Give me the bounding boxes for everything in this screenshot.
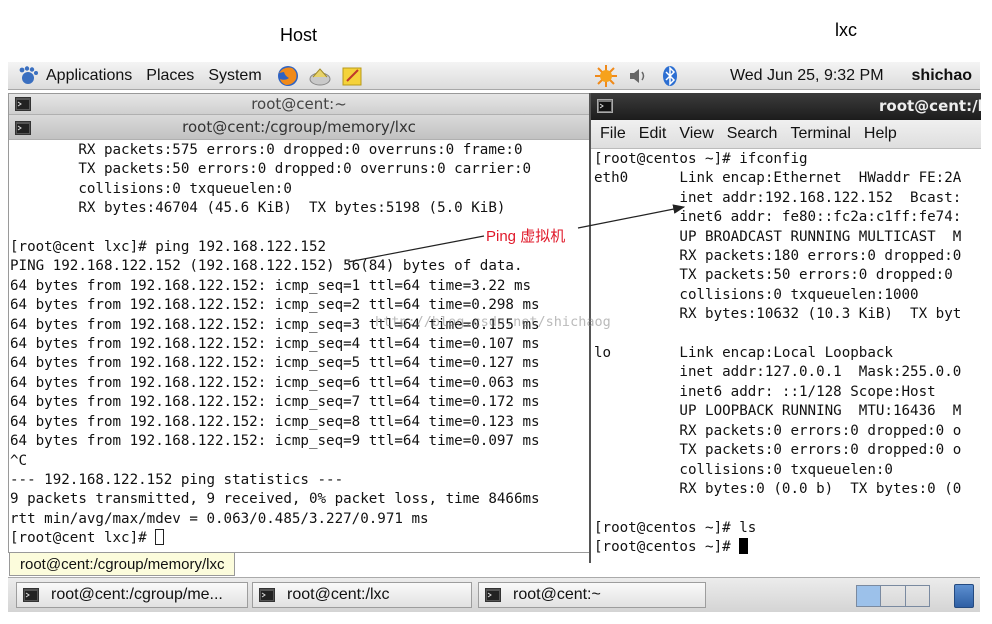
- terminal-line: inet addr:127.0.0.1 Mask:255.0.0: [594, 364, 962, 381]
- menu-system[interactable]: System: [208, 67, 261, 85]
- terminal-icon: [15, 97, 31, 111]
- menu-help[interactable]: Help: [864, 125, 897, 143]
- bottom-taskbar: root@cent:/cgroup/me... root@cent:/lxc r…: [8, 577, 980, 612]
- terminal-line: collisions:0 txqueuelen:0: [10, 180, 292, 197]
- caption-host: Host: [280, 25, 318, 45]
- terminal-line: PING 192.168.122.152 (192.168.122.152) 5…: [10, 258, 523, 275]
- terminal-line: inet6 addr: ::1/128 Scope:Host: [594, 383, 936, 400]
- terminal-line: inet6 addr: fe80::fc2a:c1ff:fe74:: [594, 209, 962, 226]
- notes-icon[interactable]: [340, 65, 364, 87]
- workspace-3[interactable]: [906, 586, 929, 606]
- terminal-line: TX packets:50 errors:0 dropped:0: [594, 267, 962, 284]
- host-front-titlebar[interactable]: root@cent:/cgroup/memory/lxc: [9, 114, 589, 140]
- terminal-line: rtt min/avg/max/mdev = 0.063/0.485/3.227…: [10, 510, 429, 527]
- taskbar-item-label: root@cent:/cgroup/me...: [51, 586, 223, 603]
- terminal-line: RX bytes:46704 (45.6 KiB) TX bytes:5198 …: [10, 200, 506, 217]
- terminal-line: 64 bytes from 192.168.122.152: icmp_seq=…: [10, 336, 540, 353]
- menu-applications[interactable]: Applications: [46, 67, 132, 85]
- host-terminal-output[interactable]: RX packets:575 errors:0 dropped:0 overru…: [9, 141, 589, 549]
- clock[interactable]: Wed Jun 25, 9:32 PM: [730, 67, 884, 85]
- workspace-switcher[interactable]: [856, 585, 930, 607]
- terminal-line: 64 bytes from 192.168.122.152: icmp_seq=…: [10, 433, 540, 450]
- trash-icon[interactable]: [954, 584, 974, 608]
- weather-icon[interactable]: [594, 65, 618, 87]
- workspace-2[interactable]: [881, 586, 906, 606]
- caption-lxc: lxc: [835, 20, 857, 40]
- terminal-line: 64 bytes from 192.168.122.152: icmp_seq=…: [10, 394, 540, 411]
- terminal-prompt: [root@cent lxc]#: [10, 530, 156, 547]
- terminal-line: 64 bytes from 192.168.122.152: icmp_seq=…: [10, 355, 540, 372]
- terminal-line: lo Link encap:Local Loopback: [594, 345, 893, 362]
- taskbar-item-label: root@cent:/lxc: [287, 586, 390, 603]
- terminal-line: eth0 Link encap:Ethernet HWaddr FE:2A: [594, 170, 962, 187]
- menu-view[interactable]: View: [679, 125, 713, 143]
- terminal-line: RX bytes:10632 (10.3 KiB) TX byt: [594, 306, 962, 323]
- menu-terminal[interactable]: Terminal: [790, 125, 850, 143]
- terminal-icon: [23, 588, 39, 602]
- terminal-line: TX packets:50 errors:0 dropped:0 overrun…: [10, 161, 532, 178]
- host-front-title: root@cent:/cgroup/memory/lxc: [182, 118, 416, 136]
- host-back-titlebar[interactable]: root@cent:~: [9, 94, 589, 114]
- terminal-line: [root@centos ~]# ifconfig: [594, 151, 808, 167]
- terminal-line: RX bytes:0 (0.0 b) TX bytes:0 (0: [594, 480, 962, 497]
- terminal-line: RX packets:575 errors:0 dropped:0 overru…: [10, 142, 523, 158]
- terminal-line: 64 bytes from 192.168.122.152: icmp_seq=…: [10, 297, 540, 314]
- workspace-1[interactable]: [857, 586, 882, 606]
- gnome-foot-icon[interactable]: [16, 65, 40, 87]
- taskbar-item-home[interactable]: root@cent:~: [478, 582, 706, 608]
- terminal-cursor: [739, 538, 749, 555]
- host-back-title: root@cent:~: [251, 95, 347, 113]
- terminal-icon: [259, 588, 275, 602]
- menu-places[interactable]: Places: [146, 67, 194, 85]
- menu-file[interactable]: File: [600, 125, 626, 143]
- terminal-line: TX packets:0 errors:0 dropped:0 o: [594, 442, 962, 459]
- terminal-line: RX packets:0 errors:0 dropped:0 o: [594, 422, 962, 439]
- terminal-prompt: [root@centos ~]#: [594, 539, 740, 556]
- terminal-prompt-line[interactable]: [root@centos ~]#: [594, 538, 981, 557]
- taskbar-item-label: root@cent:~: [513, 586, 601, 603]
- terminal-cursor: [155, 529, 165, 546]
- menu-edit[interactable]: Edit: [639, 125, 667, 143]
- terminal-line: 64 bytes from 192.168.122.152: icmp_seq=…: [10, 374, 540, 391]
- lxc-menubar: File Edit View Search Terminal Help: [591, 120, 981, 149]
- terminal-icon: [597, 99, 613, 113]
- terminal-line: 64 bytes from 192.168.122.152: icmp_seq=…: [10, 277, 532, 294]
- terminal-line: UP BROADCAST RUNNING MULTICAST M: [594, 228, 962, 245]
- terminal-line: --- 192.168.122.152 ping statistics ---: [10, 471, 344, 488]
- terminal-line: RX packets:180 errors:0 dropped:0: [594, 248, 962, 265]
- lxc-titlebar[interactable]: root@cent:/l: [591, 93, 981, 120]
- terminal-line: 9 packets transmitted, 9 received, 0% pa…: [10, 491, 540, 508]
- taskbar-item-cgroup-memory[interactable]: root@cent:/cgroup/me...: [16, 582, 248, 608]
- volume-icon[interactable]: [626, 65, 650, 87]
- taskbar-item-lxc[interactable]: root@cent:/lxc: [252, 582, 472, 608]
- terminal-line: UP LOOPBACK RUNNING MTU:16436 M: [594, 403, 962, 420]
- top-panel: Applications Places System Wed Jun 25, 9…: [8, 62, 980, 90]
- lxc-terminal-output[interactable]: [root@centos ~]# ifconfig eth0 Link encap…: [593, 150, 981, 558]
- menu-search[interactable]: Search: [727, 125, 778, 143]
- terminal-line: inet addr:192.168.122.152 Bcast:: [594, 189, 962, 206]
- bluetooth-icon[interactable]: [658, 65, 682, 87]
- lxc-terminal-window: root@cent:/l File Edit View Search Termi…: [589, 93, 981, 563]
- terminal-line: [root@centos ~]# ls: [594, 519, 757, 536]
- mail-icon[interactable]: [308, 65, 332, 87]
- tooltip: root@cent:/cgroup/memory/lxc: [9, 552, 236, 576]
- terminal-prompt-line[interactable]: [root@cent lxc]#: [10, 529, 589, 548]
- terminal-line: collisions:0 txqueuelen:1000: [594, 286, 919, 303]
- firefox-icon[interactable]: [276, 65, 300, 87]
- terminal-line: 64 bytes from 192.168.122.152: icmp_seq=…: [10, 413, 540, 430]
- lxc-title: root@cent:/l: [879, 97, 981, 115]
- terminal-icon: [15, 121, 31, 135]
- watermark: http://blog.csdn.net/shichaog: [375, 314, 611, 330]
- user-name[interactable]: shichao: [912, 67, 972, 85]
- terminal-line: ^C: [10, 452, 28, 469]
- terminal-line: collisions:0 txqueuelen:0: [594, 461, 893, 478]
- terminal-icon: [485, 588, 501, 602]
- annotation-label: Ping 虚拟机: [486, 228, 566, 245]
